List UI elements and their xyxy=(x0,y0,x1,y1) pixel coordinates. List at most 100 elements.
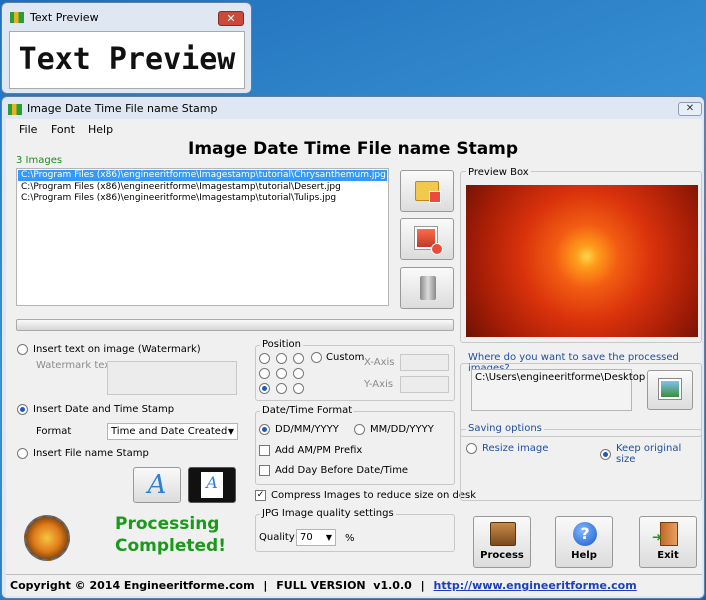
process-label: Process xyxy=(480,550,524,561)
quality-value: 70 xyxy=(300,532,313,543)
pos-radio[interactable] xyxy=(276,368,287,379)
pos-radio[interactable] xyxy=(293,368,304,379)
ddmmyyyy-radio[interactable]: DD/MM/YYYY xyxy=(259,424,339,435)
browse-folder-button[interactable] xyxy=(647,370,693,410)
preview-box-label: Preview Box xyxy=(466,167,531,178)
font-color-icon: A xyxy=(201,472,223,498)
x-axis-field[interactable] xyxy=(400,354,449,371)
help-label: Help xyxy=(571,550,597,561)
mmddyyyy-label: MM/DD/YYYY xyxy=(370,424,434,435)
file-list[interactable]: C:\Program Files (x86)\engineeritforme\I… xyxy=(16,168,389,306)
position-label: Position xyxy=(260,339,303,350)
client-area: File Font Help Image Date Time File name… xyxy=(6,119,702,596)
saving-options-label: Saving options xyxy=(466,423,544,434)
website-link[interactable]: http://www.engineeritforme.com xyxy=(434,579,637,592)
main-window-title: Image Date Time File name Stamp xyxy=(27,102,218,115)
menu-font[interactable]: Font xyxy=(51,123,75,136)
footer-separator-2: | xyxy=(420,579,425,592)
preview-text: Text Preview xyxy=(18,42,236,77)
ampm-checkbox[interactable]: Add AM/PM Prefix xyxy=(259,445,362,456)
engineeritforme-logo xyxy=(24,515,70,561)
copyright-text: Copyright © 2014 Engineeritforme.com xyxy=(10,579,255,592)
watermark-option-label: Insert text on image (Watermark) xyxy=(33,344,201,355)
process-icon xyxy=(490,522,516,546)
percent-label: % xyxy=(345,533,355,544)
saving-options-group xyxy=(460,429,702,501)
resize-label: Resize image xyxy=(482,443,549,454)
custom-label: Custom xyxy=(326,352,365,363)
remove-image-button[interactable] xyxy=(400,218,454,260)
format-select[interactable]: Time and Date Created ▼ xyxy=(107,423,238,440)
pos-radio[interactable] xyxy=(293,353,304,364)
font-color-button[interactable]: A xyxy=(188,467,236,503)
preview-text-box: Text Preview xyxy=(9,31,245,89)
custom-radio[interactable]: Custom xyxy=(311,352,364,363)
app-icon xyxy=(10,12,24,23)
pos-radio[interactable] xyxy=(259,383,270,394)
process-button[interactable]: Process xyxy=(473,516,531,568)
datetime-format-label: Date/Time Format xyxy=(260,405,355,416)
pos-radio[interactable] xyxy=(259,353,270,364)
save-path: C:\Users\engineeritforme\Desktop xyxy=(475,372,646,383)
keep-size-label: Keep original size xyxy=(616,443,682,465)
app-icon xyxy=(8,104,22,115)
help-button[interactable]: ? Help xyxy=(555,516,613,568)
ddmmyyyy-label: DD/MM/YYYY xyxy=(275,424,339,435)
watermark-text-field[interactable] xyxy=(107,361,237,395)
x-axis-label: X-Axis xyxy=(364,357,395,368)
progress-bar xyxy=(16,319,454,331)
exit-button[interactable]: ➜ Exit xyxy=(639,516,697,568)
exit-label: Exit xyxy=(657,550,679,561)
status-completed: Completed! xyxy=(115,536,226,556)
position-grid xyxy=(259,353,307,398)
help-icon: ? xyxy=(573,522,597,546)
y-axis-label: Y-Axis xyxy=(364,379,394,390)
trash-icon xyxy=(420,276,436,300)
version-text: FULL VERSION v1.0.0 xyxy=(276,579,412,592)
format-select-value: Time and Date Created xyxy=(111,426,228,437)
watermark-radio[interactable]: Insert text on image (Watermark) xyxy=(17,344,201,355)
quality-select[interactable]: 70 ▼ xyxy=(296,529,336,546)
clear-list-button[interactable] xyxy=(400,267,454,309)
list-item[interactable]: C:\Program Files (x86)\engineeritforme\I… xyxy=(18,182,387,193)
y-axis-field[interactable] xyxy=(400,376,449,393)
image-count: 3 Images xyxy=(16,155,63,166)
pos-radio[interactable] xyxy=(293,383,304,394)
filename-radio[interactable]: Insert File name Stamp xyxy=(17,448,149,459)
list-item[interactable]: C:\Program Files (x86)\engineeritforme\I… xyxy=(18,193,387,204)
add-day-checkbox[interactable]: Add Day Before Date/Time xyxy=(259,465,408,476)
font-button[interactable]: A xyxy=(133,467,181,503)
filename-option-label: Insert File name Stamp xyxy=(33,448,149,459)
resize-radio[interactable]: Resize image xyxy=(466,443,548,454)
footer: Copyright © 2014 Engineeritforme.com | F… xyxy=(10,579,637,592)
pos-radio[interactable] xyxy=(259,368,270,379)
keep-size-radio[interactable]: Keep original size xyxy=(600,443,702,465)
jpg-quality-label: JPG Image quality settings xyxy=(260,508,396,519)
chevron-down-icon: ▼ xyxy=(227,427,234,436)
ampm-label: Add AM/PM Prefix xyxy=(275,445,363,456)
datetime-radio[interactable]: Insert Date and Time Stamp xyxy=(17,404,174,415)
main-window: Image Date Time File name Stamp ✕ File F… xyxy=(1,96,705,599)
menu-help[interactable]: Help xyxy=(88,123,113,136)
compress-checkbox[interactable]: ✓ Compress Images to reduce size on desk xyxy=(255,490,476,501)
datetime-option-label: Insert Date and Time Stamp xyxy=(33,404,175,415)
preview-close-button[interactable]: ✕ xyxy=(218,11,244,26)
add-images-button[interactable] xyxy=(400,170,454,212)
text-preview-window: Text Preview ✕ Text Preview xyxy=(1,2,252,94)
save-path-field[interactable]: C:\Users\engineeritforme\Desktop xyxy=(471,369,645,411)
menu-file[interactable]: File xyxy=(19,123,37,136)
list-item[interactable]: C:\Program Files (x86)\engineeritforme\I… xyxy=(18,170,387,181)
save-picture-icon xyxy=(659,379,681,399)
status-processing: Processing xyxy=(115,514,220,534)
pos-radio[interactable] xyxy=(276,383,287,394)
exit-door-icon xyxy=(660,522,678,546)
font-a-icon: A xyxy=(147,470,167,500)
mmddyyyy-radio[interactable]: MM/DD/YYYY xyxy=(354,424,434,435)
watermark-text-label: Watermark text xyxy=(36,360,115,371)
quality-label: Quality xyxy=(259,532,295,543)
pos-radio[interactable] xyxy=(276,353,287,364)
main-close-button[interactable]: ✕ xyxy=(678,102,702,116)
footer-separator-1: | xyxy=(263,579,268,592)
compress-label: Compress Images to reduce size on desk xyxy=(271,490,477,501)
page-title: Image Date Time File name Stamp xyxy=(188,139,519,159)
